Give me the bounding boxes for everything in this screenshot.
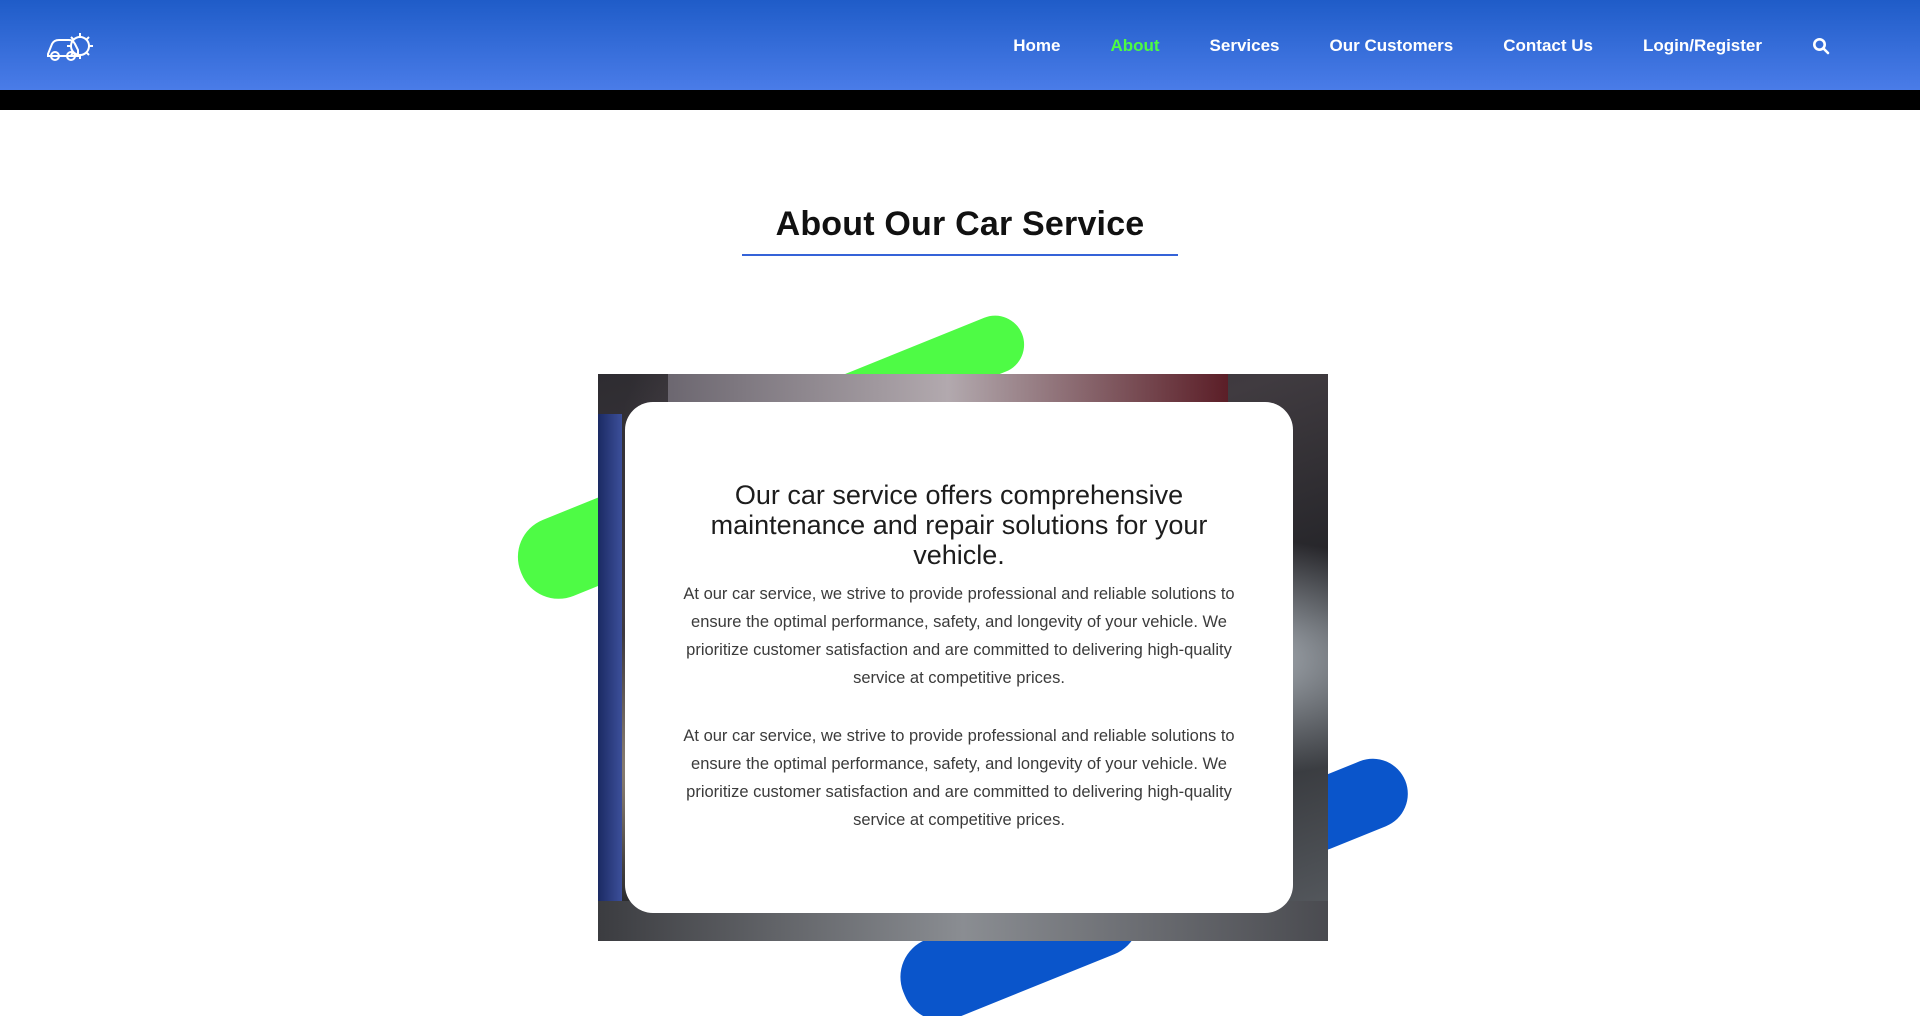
card-paragraph-2: At our car service, we strive to provide…	[683, 727, 1235, 829]
card-paragraph-1: At our car service, we strive to provide…	[683, 585, 1235, 687]
main-nav: Home About Services Our Customers Contac…	[963, 0, 1830, 92]
top-navbar: Home About Services Our Customers Contac…	[0, 0, 1920, 90]
photo-lift-rail	[598, 414, 622, 941]
page-title: About Our Car Service	[775, 205, 1145, 243]
section-title-wrap: About Our Car Service	[742, 205, 1178, 244]
nav-our-customers-link[interactable]: Our Customers	[1330, 36, 1454, 56]
nav-about-link[interactable]: About	[1110, 36, 1159, 56]
logo-icon[interactable]	[44, 24, 96, 68]
nav-login-register-link[interactable]: Login/Register	[1643, 36, 1762, 56]
nav-services-link[interactable]: Services	[1210, 36, 1280, 56]
about-card: Our car service offers comprehensive mai…	[625, 402, 1293, 913]
card-heading: Our car service offers comprehensive mai…	[710, 480, 1208, 570]
nav-contact-us-link[interactable]: Contact Us	[1503, 36, 1593, 56]
nav-home-link[interactable]: Home	[1013, 36, 1060, 56]
title-underline	[742, 254, 1178, 256]
nav-bottom-strip	[0, 90, 1920, 110]
search-icon[interactable]	[1812, 37, 1830, 55]
photo-car-hood	[668, 374, 1228, 404]
